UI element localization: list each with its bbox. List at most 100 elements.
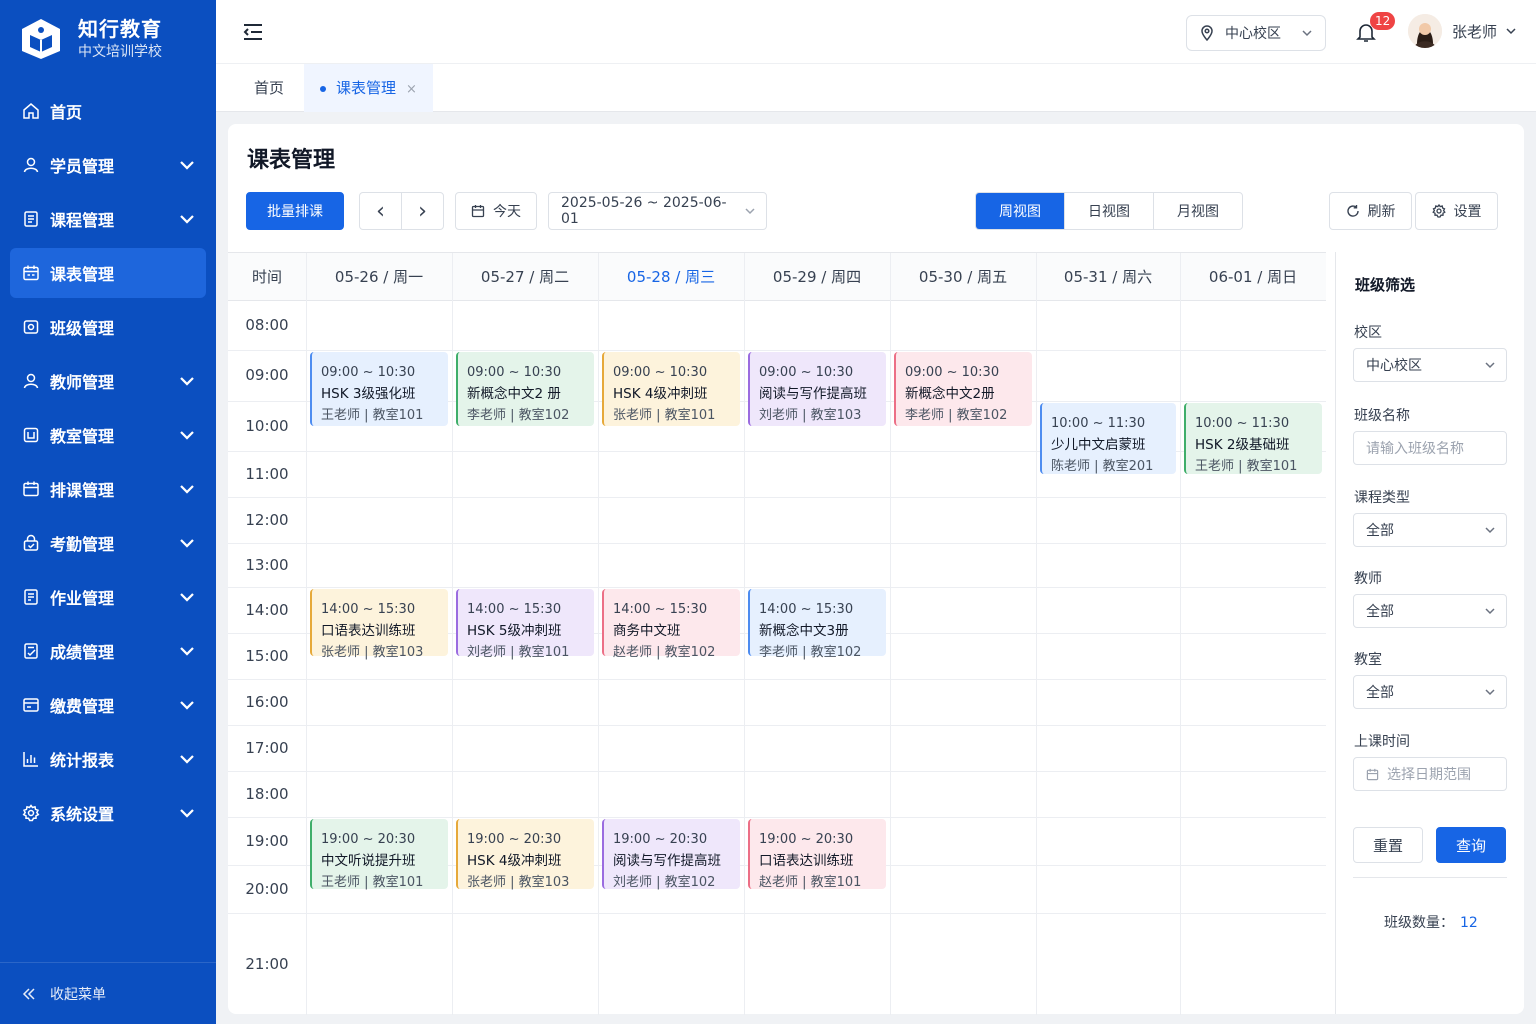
school-logo-icon bbox=[22, 19, 60, 59]
time-label: 17:00 bbox=[245, 739, 289, 757]
reset-button[interactable]: 重置 bbox=[1353, 827, 1423, 863]
sidebar-item-3[interactable]: 课程管理 bbox=[10, 194, 206, 244]
sidebar-item-8[interactable]: 排课管理 bbox=[10, 464, 206, 514]
refresh-button[interactable]: 刷新 bbox=[1329, 192, 1412, 230]
sidebar-item-11[interactable]: 成绩管理 bbox=[10, 626, 206, 676]
column-divider bbox=[1036, 253, 1037, 1015]
day-header-2[interactable]: 05-27 / 周二 bbox=[452, 253, 598, 301]
course-type-label: 课程类型 bbox=[1354, 490, 1410, 506]
class-event-card[interactable]: 19:00 ~ 20:30 HSK 4级冲刺班 张老师 | 教室103 bbox=[456, 819, 594, 890]
room-filter-select[interactable]: 全部 bbox=[1353, 675, 1507, 709]
day-header-3[interactable]: 05-28 / 周三 bbox=[598, 253, 744, 301]
chevron-down-icon bbox=[180, 485, 194, 494]
week-view-button[interactable]: 周视图 bbox=[976, 193, 1064, 229]
student-icon bbox=[23, 157, 39, 173]
collapse-menu-button[interactable]: 收起菜单 bbox=[0, 962, 216, 1024]
collapse-menu-label: 收起菜单 bbox=[50, 986, 106, 1003]
event-teacher-room: 刘老师 | 教室103 bbox=[759, 408, 862, 423]
sidebar-item-1[interactable]: 首页 bbox=[10, 86, 206, 136]
day-header-6[interactable]: 05-31 / 周六 bbox=[1036, 253, 1180, 301]
date-range-value: 2025-05-26 ~ 2025-06-01 bbox=[561, 195, 727, 227]
sidebar-item-12[interactable]: 缴费管理 bbox=[10, 680, 206, 730]
sidebar-item-13[interactable]: 统计报表 bbox=[10, 734, 206, 784]
class-event-card[interactable]: 09:00 ~ 10:30 新概念中文2册 李老师 | 教室102 bbox=[894, 352, 1032, 426]
event-teacher-room: 张老师 | 教室103 bbox=[467, 875, 570, 890]
class-event-card[interactable]: 14:00 ~ 15:30 口语表达训练班 张老师 | 教室103 bbox=[310, 589, 448, 660]
campus-filter-select[interactable]: 中心校区 bbox=[1353, 348, 1507, 382]
class-event-card[interactable]: 10:00 ~ 11:30 HSK 2级基础班 王老师 | 教室101 bbox=[1184, 403, 1322, 474]
event-class-name: 口语表达训练班 bbox=[759, 852, 854, 869]
day-view-button[interactable]: 日视图 bbox=[1064, 193, 1153, 229]
class-event-card[interactable]: 14:00 ~ 15:30 新概念中文3册 李老师 | 教室102 bbox=[748, 589, 886, 660]
page-tabs: 首页 课表管理 × bbox=[216, 64, 1536, 112]
sidebar-item-10[interactable]: 作业管理 bbox=[10, 572, 206, 622]
date-range-picker[interactable]: 2025-05-26 ~ 2025-06-01 bbox=[548, 192, 767, 230]
column-divider bbox=[890, 253, 891, 1015]
class-event-card[interactable]: 19:00 ~ 20:30 阅读与写作提高班 刘老师 | 教室102 bbox=[602, 819, 740, 890]
tab-schedule[interactable]: 课表管理 × bbox=[304, 64, 433, 112]
teacher-filter-select[interactable]: 全部 bbox=[1353, 594, 1507, 628]
time-column-header: 时间 bbox=[251, 268, 282, 286]
course-type-select[interactable]: 全部 bbox=[1353, 513, 1507, 547]
class-event-card[interactable]: 19:00 ~ 20:30 中文听说提升班 王老师 | 教室101 bbox=[310, 819, 448, 890]
brand-title: 知行教育 bbox=[78, 17, 162, 41]
brand-logo[interactable]: 知行教育 中文培训学校 bbox=[20, 16, 162, 62]
query-button[interactable]: 查询 bbox=[1436, 827, 1506, 863]
batch-schedule-button[interactable]: 批量排课 bbox=[246, 192, 344, 230]
class-event-card[interactable]: 14:00 ~ 15:30 商务中文班 赵老师 | 教室102 bbox=[602, 589, 740, 660]
brand-subtitle: 中文培训学校 bbox=[78, 44, 162, 60]
tab-home[interactable]: 首页 bbox=[254, 64, 284, 112]
event-teacher-room: 王老师 | 教室101 bbox=[321, 408, 424, 423]
class-event-card[interactable]: 14:00 ~ 15:30 HSK 5级冲刺班 刘老师 | 教室101 bbox=[456, 589, 594, 660]
close-icon[interactable]: × bbox=[406, 82, 417, 97]
class-event-card[interactable]: 09:00 ~ 10:30 新概念中文2 册李老师 | 教室102 bbox=[456, 352, 594, 426]
sidebar-item-4[interactable]: 课表管理 bbox=[10, 248, 206, 298]
class-event-card[interactable]: 19:00 ~ 20:30 口语表达训练班 赵老师 | 教室101 bbox=[748, 819, 886, 890]
event-class-name: HSK 4级冲刺班 bbox=[613, 385, 708, 402]
chevron-down-icon bbox=[745, 208, 755, 215]
sidebar-item-7[interactable]: 教室管理 bbox=[10, 410, 206, 460]
sidebar-item-label: 系统设置 bbox=[50, 805, 115, 824]
row-divider bbox=[228, 679, 1326, 680]
sidebar-item-label: 课表管理 bbox=[50, 265, 115, 284]
settings-button[interactable]: 设置 bbox=[1415, 192, 1498, 230]
sidebar-item-6[interactable]: 教师管理 bbox=[10, 356, 206, 406]
sidebar-item-5[interactable]: 班级管理 bbox=[10, 302, 206, 352]
class-name-label: 班级名称 bbox=[1354, 408, 1410, 424]
chevron-down-icon bbox=[180, 431, 194, 440]
class-count-label: 班级数量： bbox=[1384, 915, 1454, 931]
sidebar-item-9[interactable]: 考勤管理 bbox=[10, 518, 206, 568]
event-class-name: 新概念中文2册 bbox=[905, 385, 995, 402]
class-event-card[interactable]: 09:00 ~ 10:30 阅读与写作提高班 刘老师 | 教室103 bbox=[748, 352, 886, 426]
notification-badge: 12 bbox=[1370, 12, 1396, 30]
class-event-card[interactable]: 09:00 ~ 10:30 HSK 3级强化班 王老师 | 教室101 bbox=[310, 352, 448, 426]
class-event-card[interactable]: 10:00 ~ 11:30 少儿中文启蒙班 陈老师 | 教室201 bbox=[1040, 403, 1176, 474]
event-time: 09:00 ~ 10:30 bbox=[905, 365, 1000, 380]
event-time: 19:00 ~ 20:30 bbox=[467, 832, 562, 847]
campus-select[interactable]: 中心校区 bbox=[1186, 15, 1326, 51]
day-header-5[interactable]: 05-30 / 周五 bbox=[890, 253, 1036, 301]
class-event-card[interactable]: 09:00 ~ 10:30 HSK 4级冲刺班 张老师 | 教室101 bbox=[602, 352, 740, 426]
day-header-1[interactable]: 05-26 / 周一 bbox=[306, 253, 452, 301]
today-button[interactable]: 今天 bbox=[455, 192, 537, 230]
event-time: 09:00 ~ 10:30 bbox=[613, 365, 708, 380]
menu-fold-icon[interactable] bbox=[242, 22, 264, 42]
event-teacher-room: 赵老师 | 教室101 bbox=[759, 875, 862, 890]
prev-week-button[interactable]: ‹ bbox=[359, 192, 402, 230]
chevron-down-icon bbox=[1485, 527, 1495, 534]
gear-icon bbox=[1431, 204, 1446, 218]
sidebar-item-2[interactable]: 学员管理 bbox=[10, 140, 206, 190]
location-pin-icon bbox=[1201, 25, 1213, 41]
event-class-name: 商务中文班 bbox=[613, 622, 681, 639]
class-icon bbox=[23, 320, 39, 334]
day-header-7[interactable]: 06-01 / 周日 bbox=[1180, 253, 1326, 301]
next-week-button[interactable]: › bbox=[401, 192, 444, 230]
class-time-picker[interactable]: 选择日期范围 bbox=[1353, 757, 1507, 791]
sidebar-item-14[interactable]: 系统设置 bbox=[10, 788, 206, 838]
day-header-4[interactable]: 05-29 / 周四 bbox=[744, 253, 890, 301]
user-menu[interactable]: 张老师 bbox=[1408, 14, 1517, 48]
today-label: 今天 bbox=[493, 204, 521, 220]
event-teacher-room: 李老师 | 教室102 bbox=[905, 408, 1008, 423]
class-name-input[interactable]: 请输入班级名称 bbox=[1353, 431, 1507, 465]
month-view-button[interactable]: 月视图 bbox=[1153, 193, 1242, 229]
